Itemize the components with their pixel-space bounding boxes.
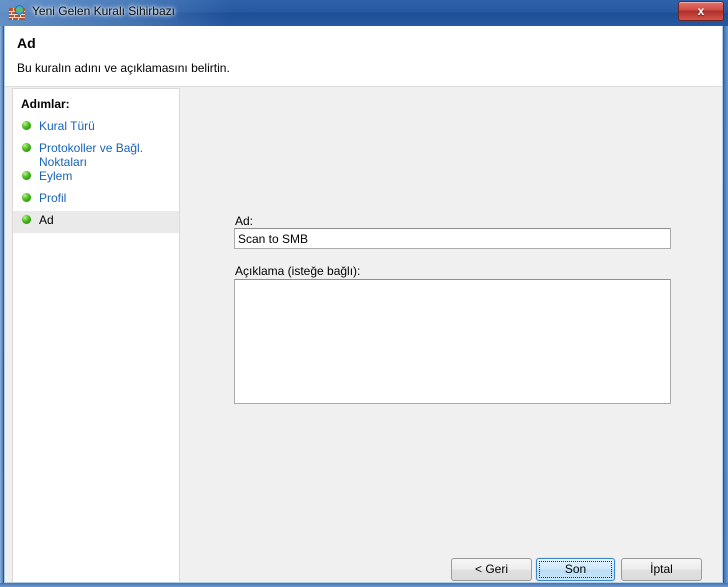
sidebar-item-label: Eylem: [39, 169, 73, 183]
window-title: Yeni Gelen Kuralı Sihirbazı: [32, 4, 175, 18]
green-bullet-icon: [22, 171, 31, 180]
back-button[interactable]: < Geri: [451, 558, 532, 581]
finish-button[interactable]: Son: [536, 558, 615, 581]
client-area: Ad Bu kuralın adını ve açıklamasını beli…: [4, 26, 723, 583]
name-field-label: Ad:: [235, 214, 254, 228]
close-button[interactable]: x: [678, 1, 724, 21]
close-icon: x: [697, 4, 705, 18]
description-field-label: Açıklama (isteğe bağlı):: [235, 264, 361, 278]
steps-list: Kural Türü Protokoller ve Bağl. Noktalar…: [13, 117, 179, 233]
main-panel: Ad: Açıklama (isteğe bağlı): < Geri Son …: [181, 88, 722, 582]
page-subtitle: Bu kuralın adını ve açıklamasını belirti…: [17, 61, 230, 75]
window-border-bottom: [0, 583, 728, 587]
sidebar-item-label: Ad: [39, 213, 54, 227]
finish-button-label: Son: [564, 562, 587, 576]
page-header: Ad Bu kuralın adını ve açıklamasını beli…: [5, 26, 722, 87]
sidebar-item-label: Protokoller ve Bağl. Noktaları: [39, 141, 144, 167]
steps-sidebar: Adımlar: Kural Türü Protokoller ve Bağl.…: [12, 88, 180, 582]
title-bar[interactable]: Yeni Gelen Kuralı Sihirbazı x: [0, 0, 728, 26]
steps-heading: Adımlar:: [21, 97, 70, 111]
sidebar-item-label: Kural Türü: [39, 119, 95, 133]
cancel-button[interactable]: İptal: [621, 558, 702, 581]
window-border-left: [0, 0, 3, 587]
green-bullet-icon: [22, 215, 31, 224]
sidebar-item-label: Profil: [39, 191, 67, 205]
sidebar-item-name[interactable]: Ad: [13, 211, 179, 233]
green-bullet-icon: [22, 193, 31, 202]
wizard-window: Yeni Gelen Kuralı Sihirbazı x Ad Bu kura…: [0, 0, 728, 587]
sidebar-item-profile[interactable]: Profil: [13, 189, 179, 211]
sidebar-item-protocols-and-ports[interactable]: Protokoller ve Bağl. Noktaları: [13, 139, 179, 167]
green-bullet-icon: [22, 121, 31, 130]
page-title: Ad: [17, 35, 36, 51]
sidebar-item-action[interactable]: Eylem: [13, 167, 179, 189]
green-bullet-icon: [22, 143, 31, 152]
description-textarea[interactable]: [234, 279, 671, 404]
window-border-right: [724, 0, 728, 587]
firewall-icon: [9, 5, 25, 21]
sidebar-item-rule-type[interactable]: Kural Türü: [13, 117, 179, 139]
name-input[interactable]: [234, 228, 671, 249]
